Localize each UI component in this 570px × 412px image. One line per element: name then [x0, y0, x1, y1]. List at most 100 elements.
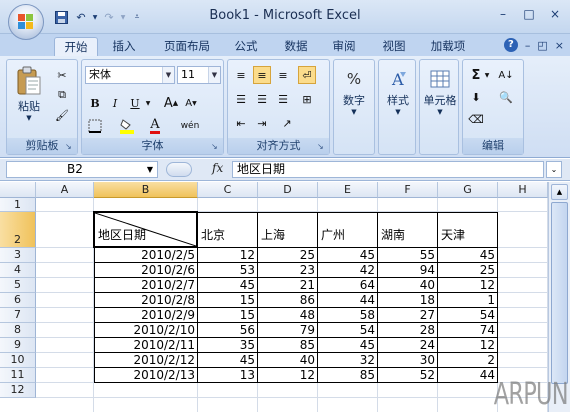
fill-icon[interactable]: ⬇ — [467, 88, 485, 106]
underline-button[interactable]: U — [126, 94, 144, 112]
row-header-4[interactable]: 4 — [0, 263, 36, 278]
alignment-group-label: 对齐方式 — [228, 138, 329, 154]
tab-home[interactable]: 开始 — [54, 37, 98, 56]
clipboard-launcher-icon[interactable]: ↘ — [65, 142, 74, 151]
wrap-text-icon[interactable]: ⏎ — [298, 66, 316, 84]
scroll-up-icon[interactable]: ▲ — [551, 184, 568, 200]
tab-insert[interactable]: 插入 — [104, 37, 144, 56]
tab-review[interactable]: 审阅 — [324, 37, 364, 56]
clear-icon[interactable]: ⌫ — [467, 110, 485, 128]
row-header-7[interactable]: 7 — [0, 308, 36, 323]
tab-data[interactable]: 数据 — [276, 37, 316, 56]
formula-bar: B2 ▼ fx 地区日期 ⌄ — [0, 159, 570, 181]
tab-addins[interactable]: 加载项 — [424, 37, 472, 56]
top-align-icon[interactable]: ≡ — [232, 66, 250, 84]
name-box[interactable]: B2 ▼ — [6, 161, 158, 178]
grow-font-icon[interactable]: A ▲ — [162, 94, 180, 112]
cells-button[interactable]: 单元格 ▼ — [421, 66, 459, 116]
value-cell: 45 — [239, 278, 255, 292]
fill-color-icon[interactable] — [118, 117, 136, 135]
select-all-corner[interactable] — [0, 182, 36, 198]
column-header-h[interactable]: H — [498, 182, 548, 198]
shrink-font-icon[interactable]: A ▼ — [182, 94, 200, 112]
font-size-combo[interactable]: 11 ▼ — [177, 66, 221, 84]
row-header-5[interactable]: 5 — [0, 278, 36, 293]
row-header-6[interactable]: 6 — [0, 293, 36, 308]
office-button[interactable] — [8, 4, 44, 40]
tab-formulas[interactable]: 公式 — [226, 37, 266, 56]
sort-filter-icon[interactable]: A↓ — [497, 66, 515, 84]
column-header-g[interactable]: G — [438, 182, 498, 198]
alignment-launcher-icon[interactable]: ↘ — [317, 142, 326, 151]
maximize-button[interactable]: □ — [520, 6, 538, 22]
formula-input[interactable]: 地区日期 — [232, 161, 544, 178]
increase-indent-icon[interactable]: ⇥ — [253, 114, 271, 132]
watermark: ARPUN — [493, 377, 569, 412]
column-header-d[interactable]: D — [258, 182, 318, 198]
autosum-dropdown-icon[interactable]: ▼ — [483, 66, 491, 84]
row-header-3[interactable]: 3 — [0, 248, 36, 263]
bold-button[interactable]: B — [86, 94, 104, 112]
insert-function-button[interactable]: fx — [212, 161, 223, 175]
value-cell: 18 — [419, 293, 435, 307]
formula-input-value: 地区日期 — [237, 162, 286, 176]
worksheet-grid[interactable]: A B C D E F G H 1 2 3 4 5 6 7 8 9 10 11 12 地区日期 北京 上海 广州 湖南 天津 201… — [0, 182, 548, 412]
font-name-combo[interactable]: 宋体 ▼ — [85, 66, 175, 84]
font-color-icon[interactable]: A — [146, 117, 164, 135]
cut-icon[interactable]: ✂ — [53, 66, 71, 84]
close-button[interactable]: × — [546, 6, 564, 22]
row-header-8[interactable]: 8 — [0, 323, 36, 338]
merge-center-icon[interactable]: ⊞ — [298, 90, 316, 108]
help-icon[interactable]: ? — [503, 38, 518, 52]
orientation-icon[interactable]: ↗ — [278, 114, 296, 132]
paste-dropdown-icon: ▼ — [26, 114, 32, 122]
italic-button[interactable]: I — [106, 94, 124, 112]
paste-button[interactable]: 粘贴 ▼ — [11, 64, 47, 122]
column-header-b[interactable]: B — [94, 182, 198, 198]
copy-icon[interactable]: ⧉ — [53, 86, 71, 104]
find-select-icon[interactable]: 🔍 — [497, 88, 515, 106]
middle-align-icon[interactable]: ≡ — [253, 66, 271, 84]
styles-button[interactable]: A 样式 ▼ — [380, 66, 416, 116]
column-header-f[interactable]: F — [378, 182, 438, 198]
editing-group: Σ ▼ A↓ ⬇ 🔍 ⌫ 编辑 — [462, 59, 524, 155]
date-cell: 2010/2/5 — [141, 248, 195, 262]
row-header-12[interactable]: 12 — [0, 383, 36, 398]
font-size-value: 11 — [181, 68, 195, 81]
value-cell: 56 — [239, 323, 255, 337]
row-header-2[interactable]: 2 — [0, 212, 36, 248]
date-cell: 2010/2/13 — [133, 368, 195, 382]
workbook-restore-button[interactable]: ◰ — [537, 39, 547, 52]
column-header-c[interactable]: C — [198, 182, 258, 198]
row-header-11[interactable]: 11 — [0, 368, 36, 383]
underline-dropdown-icon[interactable]: ▼ — [144, 94, 152, 112]
row-header-10[interactable]: 10 — [0, 353, 36, 368]
column-header-e[interactable]: E — [318, 182, 378, 198]
expand-formula-bar-icon[interactable]: ⌄ — [546, 161, 562, 178]
name-box-dropdown-icon[interactable]: ▼ — [147, 162, 153, 177]
font-launcher-icon[interactable]: ↘ — [211, 142, 220, 151]
align-right-icon[interactable]: ☰ — [274, 90, 292, 108]
value-cell: 85 — [299, 338, 315, 352]
tab-view[interactable]: 视图 — [374, 37, 414, 56]
number-format-button[interactable]: % 数字 ▼ — [336, 66, 372, 116]
cells-group: 单元格 ▼ — [419, 59, 459, 155]
align-left-icon[interactable]: ☰ — [232, 90, 250, 108]
tab-page-layout[interactable]: 页面布局 — [156, 37, 218, 56]
font-size-dropdown-icon[interactable]: ▼ — [208, 67, 220, 83]
borders-icon[interactable] — [86, 117, 104, 135]
row-header-9[interactable]: 9 — [0, 338, 36, 353]
workbook-minimize-button[interactable]: – — [525, 39, 531, 52]
workbook-close-button[interactable]: × — [555, 39, 564, 52]
decrease-indent-icon[interactable]: ⇤ — [232, 114, 250, 132]
percent-icon: % — [346, 70, 362, 88]
bottom-align-icon[interactable]: ≡ — [274, 66, 292, 84]
column-header-a[interactable]: A — [36, 182, 94, 198]
phonetic-guide-icon[interactable]: wén — [178, 117, 202, 135]
row-header-1[interactable]: 1 — [0, 198, 36, 212]
font-name-dropdown-icon[interactable]: ▼ — [162, 67, 174, 83]
align-center-icon[interactable]: ☰ — [253, 90, 271, 108]
minimize-button[interactable]: – — [494, 6, 512, 22]
scroll-thumb[interactable] — [551, 202, 568, 384]
format-painter-icon[interactable]: 🖌 — [53, 106, 71, 124]
